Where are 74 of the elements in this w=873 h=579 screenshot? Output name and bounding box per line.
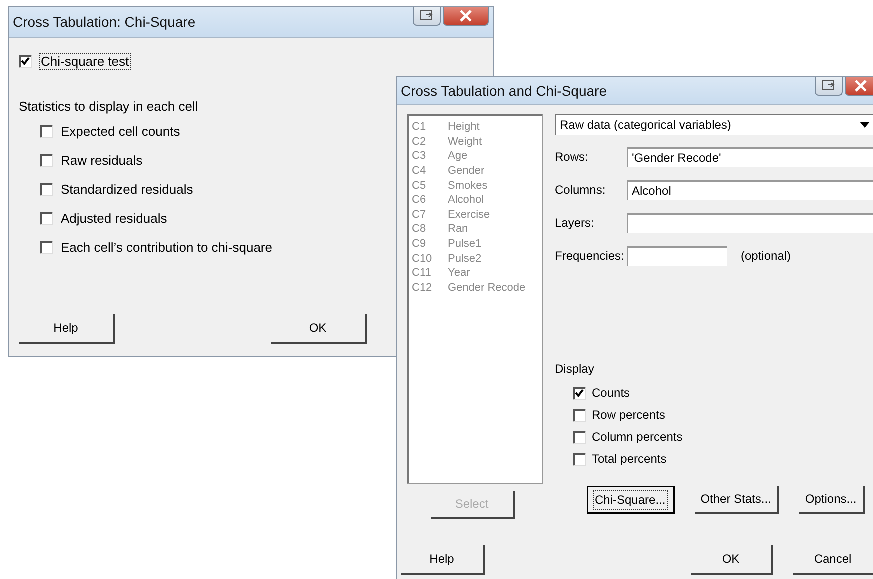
variable-name[interactable]: Age — [448, 150, 468, 162]
variable-name[interactable]: Pulse2 — [448, 252, 482, 265]
restore-button[interactable] — [815, 77, 843, 96]
checkbox[interactable] — [40, 125, 53, 138]
close-button[interactable] — [443, 7, 489, 26]
checkbox-label: Chi-square test — [40, 54, 130, 69]
checkbox-label: Expected cell counts — [61, 124, 180, 139]
restore-icon — [419, 10, 435, 22]
window-title: Cross Tabulation: Chi-Square — [13, 14, 196, 30]
caret-icon — [860, 122, 870, 128]
column-id: C12 — [412, 282, 434, 294]
column-id: C7 — [412, 208, 428, 221]
column-id: C11 — [412, 267, 432, 280]
variable-name[interactable]: Height — [448, 121, 480, 134]
variable-name[interactable]: Pulse1 — [448, 238, 482, 250]
checkbox-label: Standardized residuals — [61, 182, 194, 197]
checkbox-label: Each cell’s contribution to chi-square — [61, 240, 272, 255]
column-id: C3 — [412, 150, 428, 162]
input-field[interactable] — [627, 246, 727, 266]
checkbox[interactable] — [40, 212, 53, 225]
column-id: C2 — [412, 136, 428, 148]
checkbox[interactable] — [19, 55, 32, 68]
field-label: Columns: — [555, 183, 607, 197]
variable-name[interactable]: Exercise — [448, 208, 490, 221]
input-field[interactable]: 'Gender Recode' — [627, 147, 873, 167]
window-title: Cross Tabulation and Chi-Square — [401, 82, 607, 98]
dialog-button[interactable]: OK — [271, 314, 367, 344]
dialog-button[interactable]: Help — [401, 545, 485, 575]
variable-name[interactable]: Alcohol — [448, 194, 484, 206]
section-label: Statistics to display in each cell — [19, 99, 200, 114]
checkbox[interactable] — [573, 452, 586, 466]
column-id: C1 — [412, 121, 428, 134]
checkbox[interactable] — [40, 241, 53, 254]
restore-button[interactable] — [413, 7, 441, 26]
variable-name[interactable]: Gender Recode — [448, 282, 526, 294]
field-label: Layers: — [555, 216, 596, 230]
dialog-button[interactable]: OK — [691, 545, 773, 575]
dialog-button[interactable]: Options... — [799, 486, 865, 514]
close-icon — [459, 10, 473, 22]
checkbox-label: Adjusted residuals — [61, 211, 168, 226]
checkbox[interactable] — [40, 154, 53, 167]
input-field[interactable] — [627, 213, 873, 233]
checkbox[interactable] — [573, 408, 586, 422]
variable-name[interactable]: Smokes — [448, 180, 488, 192]
variable-name[interactable]: Weight — [448, 136, 482, 148]
variable-name[interactable]: Ran — [448, 223, 468, 236]
variable-name[interactable]: Year — [448, 267, 470, 280]
dialog-button[interactable]: Chi-Square... — [587, 486, 675, 514]
checkbox-label: Total percents — [592, 452, 667, 466]
column-id: C6 — [412, 194, 428, 206]
restore-icon — [821, 80, 837, 92]
column-id: C9 — [412, 238, 428, 250]
field-label: Frequencies: — [555, 249, 626, 263]
variable-name[interactable]: Gender — [448, 165, 485, 178]
checkbox-label: Counts — [592, 386, 630, 400]
column-id: C4 — [412, 165, 428, 178]
checkbox-label: Raw residuals — [61, 153, 143, 168]
checkbox-label: Column percents — [592, 430, 683, 444]
column-id: C10 — [412, 252, 434, 265]
data-type-dropdown[interactable]: Raw data (categorical variables) — [555, 114, 873, 135]
column-id: C8 — [412, 223, 428, 236]
close-icon — [854, 80, 868, 92]
checkbox[interactable] — [573, 386, 586, 400]
field-label: Rows: — [555, 150, 590, 164]
close-button[interactable] — [845, 77, 873, 96]
checkbox[interactable] — [573, 430, 586, 444]
optional-note: (optional) — [741, 249, 792, 263]
section-label: Display — [555, 362, 596, 376]
dialog-button[interactable]: Help — [19, 314, 115, 344]
checkbox-label: Row percents — [592, 408, 666, 422]
dialog-button[interactable]: Other Stats... — [694, 486, 780, 514]
input-field[interactable]: Alcohol — [627, 180, 873, 200]
column-id: C5 — [412, 180, 428, 192]
checkbox[interactable] — [40, 183, 53, 196]
